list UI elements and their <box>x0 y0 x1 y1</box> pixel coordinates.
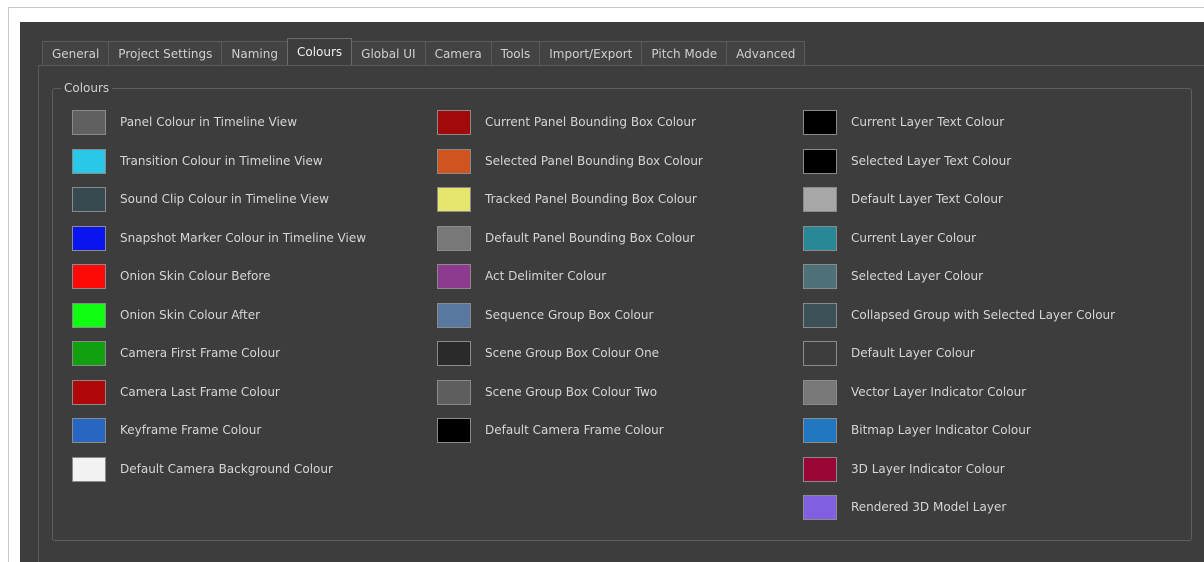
colour-swatch-button[interactable] <box>72 187 106 212</box>
tab-pitch-mode[interactable]: Pitch Mode <box>641 41 728 65</box>
colour-swatch-button[interactable] <box>803 187 837 212</box>
colour-label: Camera Last Frame Colour <box>120 384 280 399</box>
colour-label: Act Delimiter Colour <box>485 269 607 283</box>
colours-tab-panel: Colours Panel Colour in Timeline View Tra… <box>38 65 1204 562</box>
colours-groupbox: Colours Panel Colour in Timeline View Tra… <box>52 80 1192 541</box>
colour-swatch-button[interactable] <box>437 187 471 212</box>
tab-project-settings[interactable]: Project Settings <box>108 41 223 65</box>
colour-swatch-button[interactable] <box>437 225 471 251</box>
colour-swatch-button[interactable] <box>803 495 837 520</box>
tab-bar: General Project Settings Naming Colours Glob… <box>42 38 806 65</box>
tab-general[interactable]: General <box>42 41 110 65</box>
colour-label: Selected Layer Colour <box>851 269 984 283</box>
tab-import-export[interactable]: Import/Export <box>539 41 643 65</box>
outer-border-top <box>8 7 1204 8</box>
colour-swatch-button[interactable] <box>803 225 837 251</box>
colour-label: Default Panel Bounding Box Colour <box>485 230 695 245</box>
colour-label: Camera First Frame Colour <box>120 346 281 360</box>
colour-label: Sequence Group Box Colour <box>485 307 654 322</box>
colour-label: Selected Layer Text Colour <box>851 153 1012 168</box>
colour-swatch-button[interactable] <box>803 456 837 482</box>
colour-label: Onion Skin Colour After <box>120 307 261 322</box>
colour-label: Current Layer Text Colour <box>851 115 1005 129</box>
tab-colours[interactable]: Colours <box>286 38 353 65</box>
colour-label: Current Layer Colour <box>851 230 977 245</box>
colour-swatch-button[interactable] <box>437 418 471 443</box>
colour-label: Selected Panel Bounding Box Colour <box>485 153 703 168</box>
tab-tools[interactable]: Tools <box>490 41 541 65</box>
colour-label: Scene Group Box Colour Two <box>485 384 658 399</box>
colour-swatch-button[interactable] <box>803 418 837 443</box>
tab-advanced[interactable]: Advanced <box>726 41 806 65</box>
colour-swatch-button[interactable] <box>803 379 837 405</box>
colour-label: Keyframe Frame Colour <box>120 423 262 437</box>
colour-swatch-button[interactable] <box>72 418 106 443</box>
outer-border-left <box>8 7 9 562</box>
colour-label: Default Camera Frame Colour <box>485 423 664 437</box>
colour-label: Sound Clip Colour in Timeline View <box>120 192 329 206</box>
colour-swatch-button[interactable] <box>803 302 837 328</box>
colour-swatch-button[interactable] <box>803 264 837 289</box>
colour-label: Onion Skin Colour Before <box>120 269 271 283</box>
colour-label: Default Layer Colour <box>851 346 975 360</box>
colour-label: Tracked Panel Bounding Box Colour <box>485 192 697 206</box>
colour-label: Rendered 3D Model Layer <box>851 500 1007 514</box>
colour-label: Snapshot Marker Colour in Timeline View <box>120 230 367 245</box>
colour-label: Default Camera Background Colour <box>120 461 333 476</box>
colour-swatch-button[interactable] <box>72 148 106 174</box>
colour-label: 3D Layer Indicator Colour <box>851 461 1005 476</box>
colour-swatch-button[interactable] <box>72 264 106 289</box>
tab-global-ui[interactable]: Global UI <box>351 41 426 65</box>
colour-label: Panel Colour in Timeline View <box>120 115 298 129</box>
colour-swatch-button[interactable] <box>803 110 837 135</box>
colour-swatch-button[interactable] <box>803 341 837 366</box>
colour-swatch-button[interactable] <box>437 264 471 289</box>
colour-label: Transition Colour in Timeline View <box>120 153 323 168</box>
group-title: Colours <box>61 80 113 96</box>
colour-swatch-button[interactable] <box>803 148 837 174</box>
colour-swatch-button[interactable] <box>437 379 471 405</box>
colour-swatch-button[interactable] <box>437 110 471 135</box>
colour-label: Default Layer Text Colour <box>851 192 1003 206</box>
colour-swatch-button[interactable] <box>72 379 106 405</box>
tab-naming[interactable]: Naming <box>221 41 288 65</box>
colour-label: Vector Layer Indicator Colour <box>851 384 1027 399</box>
colour-label: Current Panel Bounding Box Colour <box>485 115 696 129</box>
colour-swatch-button[interactable] <box>437 302 471 328</box>
colour-swatch-button[interactable] <box>72 225 106 251</box>
colour-label: Scene Group Box Colour One <box>485 346 660 360</box>
colour-label: Bitmap Layer Indicator Colour <box>851 423 1031 437</box>
colour-swatch-button[interactable] <box>437 148 471 174</box>
colour-swatch-button[interactable] <box>72 110 106 135</box>
colour-label: Collapsed Group with Selected Layer Colo… <box>851 307 1116 322</box>
colour-swatch-button[interactable] <box>437 341 471 366</box>
preferences-window: General Project Settings Naming Colours Glob… <box>20 22 1204 562</box>
tab-camera[interactable]: Camera <box>424 41 492 65</box>
colour-swatch-button[interactable] <box>72 302 106 328</box>
colour-swatch-button[interactable] <box>72 341 106 366</box>
colour-swatch-button[interactable] <box>72 456 106 482</box>
